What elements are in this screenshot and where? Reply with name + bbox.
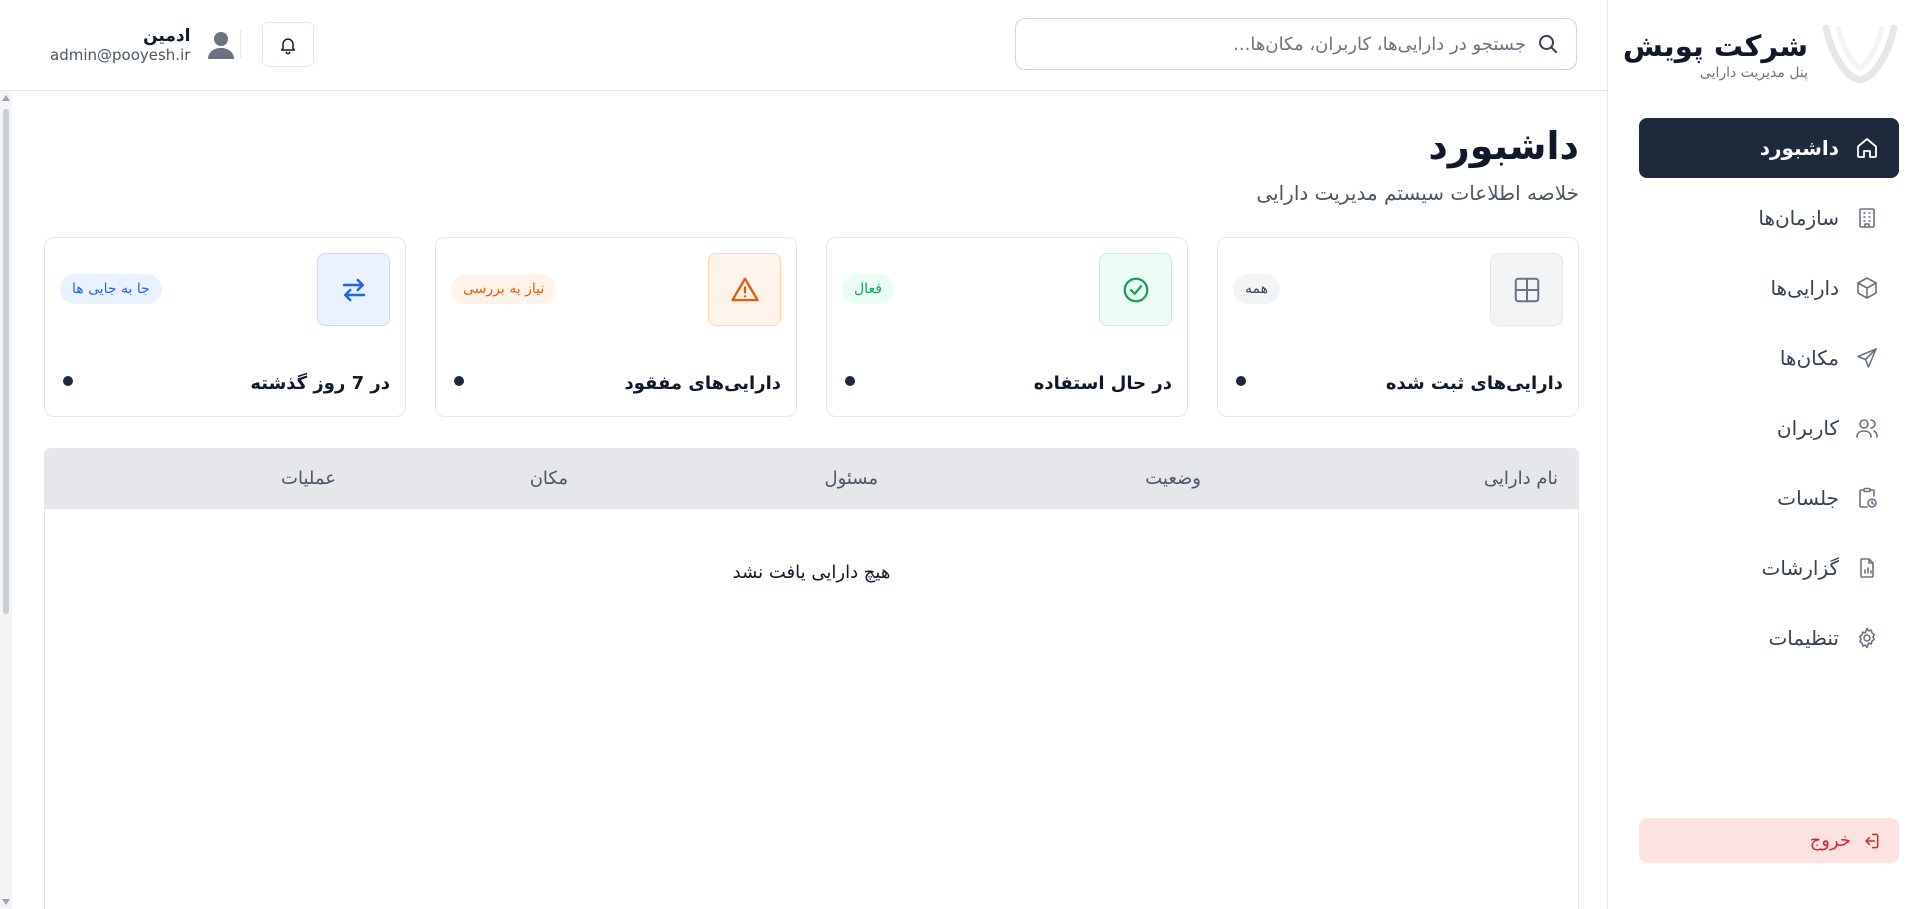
page-subtitle: خلاصه اطلاعات سیستم مدیریت دارایی — [1256, 181, 1579, 205]
grid-icon — [1514, 277, 1539, 302]
user-email: admin@pooyesh.ir — [50, 46, 191, 64]
warning-icon — [730, 277, 759, 301]
column-header-asset-name: نام دارایی — [1483, 468, 1558, 489]
notifications-button[interactable] — [262, 22, 314, 67]
table-header: نام دارایی وضعیت مسئول مکان عملیات — [45, 449, 1578, 509]
card-icon-box — [1490, 253, 1563, 326]
sidebar-item-label: مکان‌ها — [1779, 346, 1839, 370]
report-icon — [1860, 558, 1874, 578]
scroll-up-arrow[interactable] — [2, 95, 10, 101]
column-header-owner: مسئول — [824, 468, 878, 489]
send-icon — [1857, 348, 1877, 368]
sidebar-item-reports[interactable]: گزارشات — [1639, 538, 1899, 598]
page-title: داشبورد — [1428, 124, 1579, 168]
search-icon — [1539, 35, 1557, 53]
logout-icon — [1865, 833, 1879, 848]
stat-card-registered[interactable]: همه دارایی‌های ثبت شده — [1217, 237, 1579, 417]
sidebar-item-sessions[interactable]: جلسات — [1639, 468, 1899, 528]
header-divider — [240, 30, 241, 58]
scroll-down-arrow[interactable] — [2, 899, 10, 905]
avatar-icon — [208, 32, 235, 59]
bell-icon — [281, 37, 295, 54]
card-icon-box — [1099, 253, 1172, 326]
sidebar-nav: داشبورد سازمان‌ها دارایی‌ها مکان‌ها کارب… — [1639, 118, 1899, 678]
sidebar-item-label: داشبورد — [1759, 136, 1839, 160]
sidebar-item-label: دارایی‌ها — [1770, 276, 1839, 300]
user-profile[interactable]: ادمین admin@pooyesh.ir — [50, 26, 238, 64]
transfer-icon — [342, 278, 365, 301]
card-icon-box — [317, 253, 390, 326]
card-value-dot — [63, 376, 73, 386]
clipboard-clock-icon — [1859, 487, 1877, 508]
box-icon — [1857, 277, 1877, 299]
column-header-actions: عملیات — [281, 468, 336, 489]
logout-label: خروج — [1809, 830, 1851, 851]
card-label: در 7 روز گذشته — [250, 373, 390, 394]
empty-state-message: هیچ دارایی یافت نشد — [732, 562, 891, 583]
search-box[interactable] — [1015, 18, 1577, 70]
sidebar-item-locations[interactable]: مکان‌ها — [1639, 328, 1899, 388]
search-input[interactable] — [1032, 33, 1526, 55]
stat-card-transfers[interactable]: جا به جایی ها در 7 روز گذشته — [44, 237, 406, 417]
building-icon — [1859, 208, 1875, 228]
page-scrollbar[interactable] — [0, 91, 12, 909]
card-value-dot — [1236, 376, 1246, 386]
sidebar-item-assets[interactable]: دارایی‌ها — [1639, 258, 1899, 318]
card-value-dot — [454, 376, 464, 386]
user-name: ادمین — [143, 26, 191, 46]
card-badge: فعال — [842, 274, 894, 304]
scroll-thumb[interactable] — [3, 109, 9, 614]
brand: شرکت پویش پنل مدیریت دارایی — [1623, 24, 1898, 84]
brand-subtitle: پنل مدیریت دارایی — [1699, 64, 1808, 81]
brand-title: شرکت پویش — [1622, 28, 1808, 63]
logout-button[interactable]: خروج — [1639, 818, 1899, 863]
column-header-status: وضعیت — [1145, 468, 1201, 489]
card-label: در حال استفاده — [1033, 373, 1172, 394]
stat-cards: همه دارایی‌های ثبت شده فعال در حال استفا… — [44, 237, 1579, 417]
card-badge: همه — [1233, 274, 1280, 304]
sidebar-item-organizations[interactable]: سازمان‌ها — [1639, 188, 1899, 248]
home-icon — [1857, 138, 1877, 158]
sidebar-item-label: گزارشات — [1761, 556, 1839, 580]
sidebar: شرکت پویش پنل مدیریت دارایی داشبورد سازم… — [1607, 0, 1920, 909]
sidebar-item-label: تنظیمات — [1768, 626, 1839, 650]
sidebar-item-label: جلسات — [1777, 486, 1839, 510]
assets-table: نام دارایی وضعیت مسئول مکان عملیات هیچ د… — [44, 448, 1579, 909]
card-badge: جا به جایی ها — [60, 274, 162, 304]
sidebar-item-label: کاربران — [1776, 416, 1839, 440]
users-icon — [1856, 419, 1878, 438]
card-label: دارایی‌های مفقود — [624, 373, 782, 394]
top-header: ادمین admin@pooyesh.ir — [0, 0, 1607, 91]
stat-card-lost[interactable]: نیاز به بررسی دارایی‌های مفقود — [435, 237, 797, 417]
stat-card-in-use[interactable]: فعال در حال استفاده — [826, 237, 1188, 417]
card-value-dot — [845, 376, 855, 386]
sidebar-item-label: سازمان‌ها — [1758, 206, 1839, 230]
company-logo-icon — [1822, 24, 1898, 84]
column-header-location: مکان — [529, 468, 568, 489]
card-icon-box — [708, 253, 781, 326]
card-label: دارایی‌های ثبت شده — [1385, 373, 1563, 394]
sidebar-item-settings[interactable]: تنظیمات — [1639, 608, 1899, 668]
card-badge: نیاز به بررسی — [451, 274, 557, 304]
sidebar-item-users[interactable]: کاربران — [1639, 398, 1899, 458]
check-circle-icon — [1123, 277, 1148, 302]
gear-icon — [1859, 627, 1875, 649]
sidebar-item-dashboard[interactable]: داشبورد — [1639, 118, 1899, 178]
